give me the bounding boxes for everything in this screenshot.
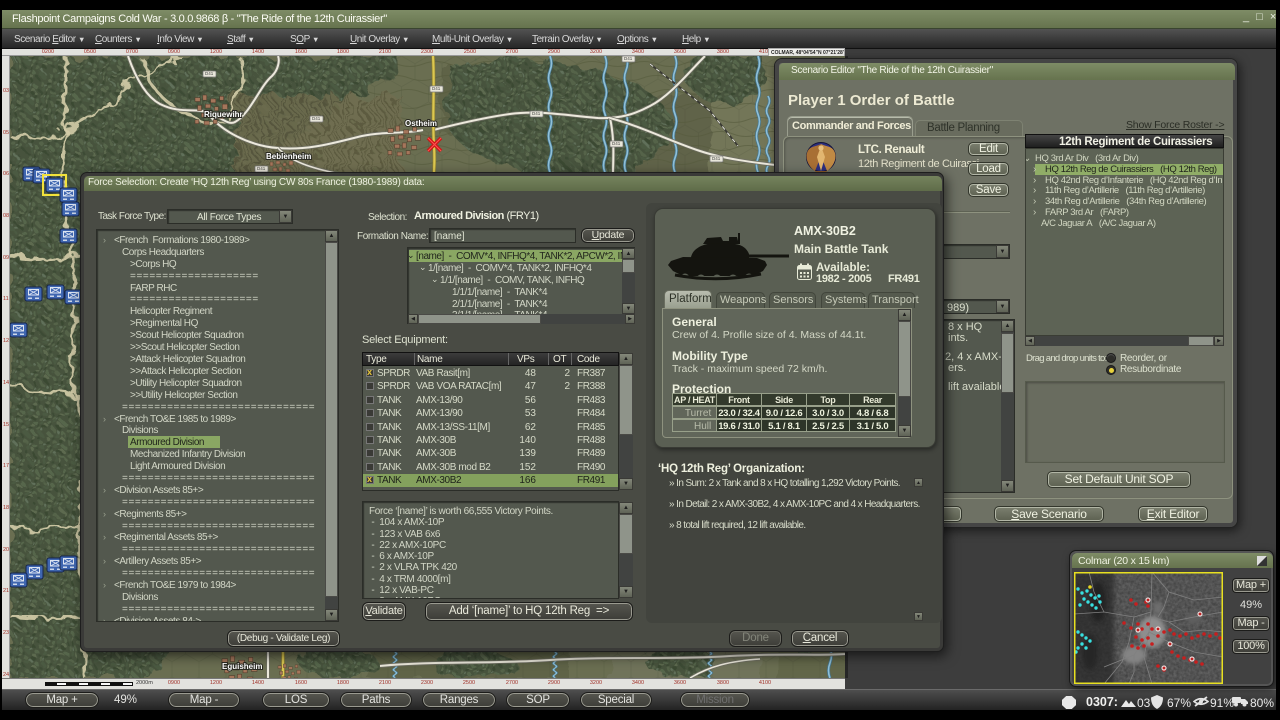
svg-text:D41: D41 — [624, 56, 633, 61]
svg-text:Ostheim: Ostheim — [405, 119, 437, 128]
svg-text:D41: D41 — [205, 71, 214, 76]
svg-text:D41: D41 — [532, 111, 541, 116]
svg-text:D41: D41 — [312, 116, 321, 121]
svg-text:Eguisheim: Eguisheim — [222, 662, 262, 671]
svg-text:Riquewihr: Riquewihr — [204, 110, 243, 119]
svg-text:D41: D41 — [257, 166, 266, 171]
svg-text:D41: D41 — [432, 86, 441, 91]
svg-text:D41: D41 — [712, 156, 721, 161]
svg-text:Beblenheim: Beblenheim — [266, 152, 311, 161]
svg-text:D41: D41 — [612, 141, 621, 146]
